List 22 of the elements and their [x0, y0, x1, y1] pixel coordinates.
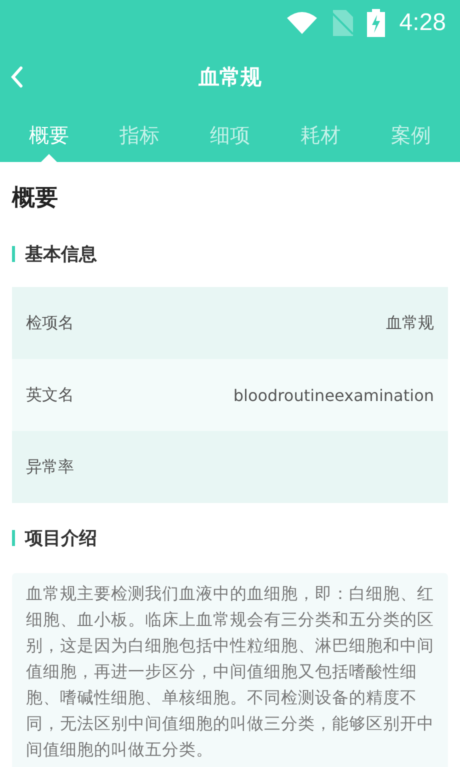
subsection-title: 项目介绍: [25, 527, 97, 550]
row-value: 血常规: [386, 312, 434, 334]
row-label: 异常率: [26, 456, 74, 478]
wifi-icon: [287, 12, 318, 34]
section-heading: 概要: [12, 184, 59, 213]
back-icon[interactable]: [10, 66, 24, 88]
no-sim-icon: [331, 10, 354, 36]
description-text: 血常规主要检测我们血液中的血细胞，即：白细胞、红细胞、血小板。临床上血常规会有三分类和五分类的区别，这是因为白细胞包括中性粒细胞、淋巴细胞和中间值细胞，再进一步区分，中间值细胞又包括嗜酸性细胞、嗜碱性细胞、单核细胞。不同检测设备的精度不同，无法区别中间值细胞的叫做三分类，能够区别开中间值细胞的叫做五分类。: [12, 573, 448, 767]
tab[interactable]: 概要: [4, 108, 94, 162]
page-title: 血常规: [198, 64, 262, 91]
tab[interactable]: 指标: [94, 108, 185, 162]
tab[interactable]: 耗材: [275, 108, 366, 162]
row-value: bloodroutineexamination: [233, 386, 434, 404]
accent-bar: [12, 246, 15, 262]
battery-charging-icon: [367, 9, 386, 37]
tab[interactable]: 案例: [366, 108, 456, 162]
accent-bar: [12, 530, 15, 546]
row-label: 英文名: [26, 384, 74, 406]
subsection-title: 基本信息: [25, 243, 97, 266]
status-time: 4:28: [399, 9, 446, 37]
tab[interactable]: 细项: [184, 108, 276, 162]
row-label: 检项名: [26, 312, 74, 334]
